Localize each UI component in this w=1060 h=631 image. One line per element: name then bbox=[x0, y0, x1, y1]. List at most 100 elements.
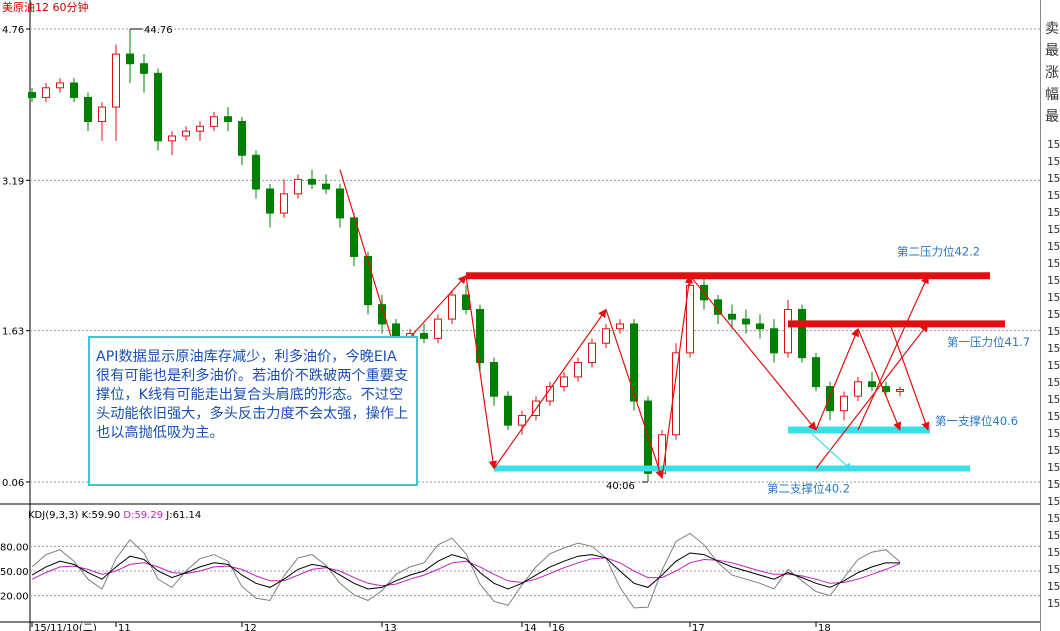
sidebar-value: 15 bbox=[1047, 563, 1060, 576]
candle-body bbox=[308, 178, 316, 185]
kdj-tick-label: 80.00 bbox=[0, 542, 29, 553]
candle-body bbox=[560, 376, 568, 388]
sidebar-value: 15 bbox=[1047, 223, 1060, 236]
candle-body bbox=[602, 328, 610, 344]
candle-body bbox=[294, 178, 302, 195]
candle-body bbox=[448, 294, 456, 320]
level-label: 第一压力位41.7 bbox=[947, 335, 1030, 349]
sidebar-value: 15 bbox=[1047, 274, 1060, 287]
high-label: 44.76 bbox=[144, 25, 173, 36]
x-tick-label: 17 bbox=[692, 623, 705, 631]
candle-body bbox=[756, 323, 764, 330]
candle-body bbox=[868, 381, 876, 388]
trend-arrow bbox=[661, 274, 694, 479]
x-tick-label: 11 bbox=[118, 623, 131, 631]
candle-body bbox=[462, 294, 470, 310]
trend-arrow bbox=[889, 323, 930, 431]
candle-body bbox=[616, 323, 624, 330]
candle-body bbox=[504, 395, 512, 426]
candle-body bbox=[574, 361, 582, 378]
x-tick-label: 12 bbox=[244, 623, 257, 631]
sidebar-value: 15 bbox=[1047, 393, 1060, 406]
sidebar-value: 15 bbox=[1047, 138, 1060, 151]
sidebar-value: 15 bbox=[1047, 597, 1060, 610]
candle-body bbox=[182, 130, 190, 137]
candle-body bbox=[140, 63, 148, 74]
candle-body bbox=[784, 308, 792, 354]
sidebar-label: 最 bbox=[1045, 109, 1059, 125]
sidebar-value: 15 bbox=[1047, 495, 1060, 508]
sidebar-value: 15 bbox=[1047, 172, 1060, 185]
level-label: 第二压力位42.2 bbox=[897, 245, 980, 259]
candle-body bbox=[364, 255, 372, 306]
sidebar-value: 15 bbox=[1047, 325, 1060, 338]
candle-body bbox=[56, 82, 64, 89]
candle-body bbox=[434, 318, 442, 339]
sidebar-label: 幅 bbox=[1045, 87, 1059, 103]
kdj-tick-label: 20.00 bbox=[0, 592, 29, 603]
trend-arrow bbox=[493, 308, 607, 469]
trend-arrow bbox=[339, 169, 398, 354]
kdj-header: KDJ(9,3,3) K:59.90 D:59.29 J:61.14 bbox=[28, 510, 201, 521]
price-chart: 美原油12 60分钟 4.76 3.19 1.63 0.06 15/11/10(二) 11 1… bbox=[0, 0, 1040, 631]
quote-sidebar: 卖最涨幅最 15 15 15 15 15 15 15 15 15 15 15 15 15 15 15 15 15 1… bbox=[1040, 0, 1060, 631]
candle-body bbox=[840, 395, 848, 412]
low-label: 40:06 bbox=[606, 481, 635, 492]
candle-body bbox=[154, 72, 162, 142]
candle-body bbox=[742, 318, 750, 325]
sidebar-value: 15 bbox=[1047, 257, 1060, 270]
sidebar-value: 15 bbox=[1047, 189, 1060, 202]
sidebar-value: 15 bbox=[1047, 512, 1060, 525]
sidebar-label: 涨 bbox=[1045, 65, 1059, 81]
candle-body bbox=[42, 87, 50, 98]
candle-body bbox=[322, 183, 330, 190]
sidebar-value: 15 bbox=[1047, 206, 1060, 219]
candle-body bbox=[336, 188, 344, 219]
candle-body bbox=[168, 135, 176, 142]
candle-body bbox=[196, 125, 204, 132]
candle-body bbox=[238, 121, 246, 156]
sidebar-value: 15 bbox=[1047, 155, 1060, 168]
chart-title: 美原油12 60分钟 bbox=[2, 0, 89, 14]
sidebar-value: 15 bbox=[1047, 410, 1060, 423]
candle-body bbox=[896, 388, 904, 392]
trend-arrow bbox=[689, 275, 817, 431]
sidebar-value: 15 bbox=[1047, 240, 1060, 253]
candle-body bbox=[126, 53, 134, 65]
level-label: 第一支撑位40.6 bbox=[935, 414, 1018, 428]
candle-body bbox=[490, 361, 498, 397]
y-tick-label: 0.06 bbox=[2, 478, 24, 489]
candle-body bbox=[224, 116, 232, 123]
kdj-tick-label: 50.00 bbox=[0, 567, 29, 578]
candle-body bbox=[518, 414, 526, 426]
x-tick-label: 16 bbox=[552, 623, 565, 631]
candle-body bbox=[728, 313, 736, 320]
candle-body bbox=[588, 342, 596, 363]
candle-body bbox=[28, 92, 36, 98]
level-label: 第二支撑位40.2 bbox=[767, 482, 850, 496]
candle-body bbox=[210, 116, 218, 127]
sidebar-value: 15 bbox=[1047, 427, 1060, 440]
candle-body bbox=[770, 328, 778, 354]
candle-body bbox=[84, 96, 92, 123]
y-tick-label: 1.63 bbox=[2, 327, 24, 338]
sidebar-value: 15 bbox=[1047, 461, 1060, 474]
x-tick-label: 14 bbox=[524, 623, 537, 631]
sidebar-value: 15 bbox=[1047, 580, 1060, 593]
candle-body bbox=[70, 82, 78, 98]
candle-body bbox=[252, 154, 260, 190]
sidebar-value: 15 bbox=[1047, 291, 1060, 304]
candle-body bbox=[798, 308, 806, 359]
candle-body bbox=[854, 381, 862, 397]
y-tick-label: 3.19 bbox=[2, 176, 24, 187]
trend-arrow bbox=[815, 327, 859, 431]
sidebar-label: 卖 bbox=[1045, 21, 1059, 37]
candle-body bbox=[420, 333, 428, 339]
sidebar-value: 15 bbox=[1047, 359, 1060, 372]
sidebar-value: 15 bbox=[1047, 342, 1060, 355]
candle-body bbox=[630, 323, 638, 402]
sidebar-label: 最 bbox=[1045, 43, 1059, 59]
candle-body bbox=[280, 193, 288, 214]
analysis-note: API数据显示原油库存减少，利多油价，今晚EIA很有可能也是利多油价。若油价不跌… bbox=[88, 336, 418, 486]
candle-body bbox=[266, 188, 274, 214]
